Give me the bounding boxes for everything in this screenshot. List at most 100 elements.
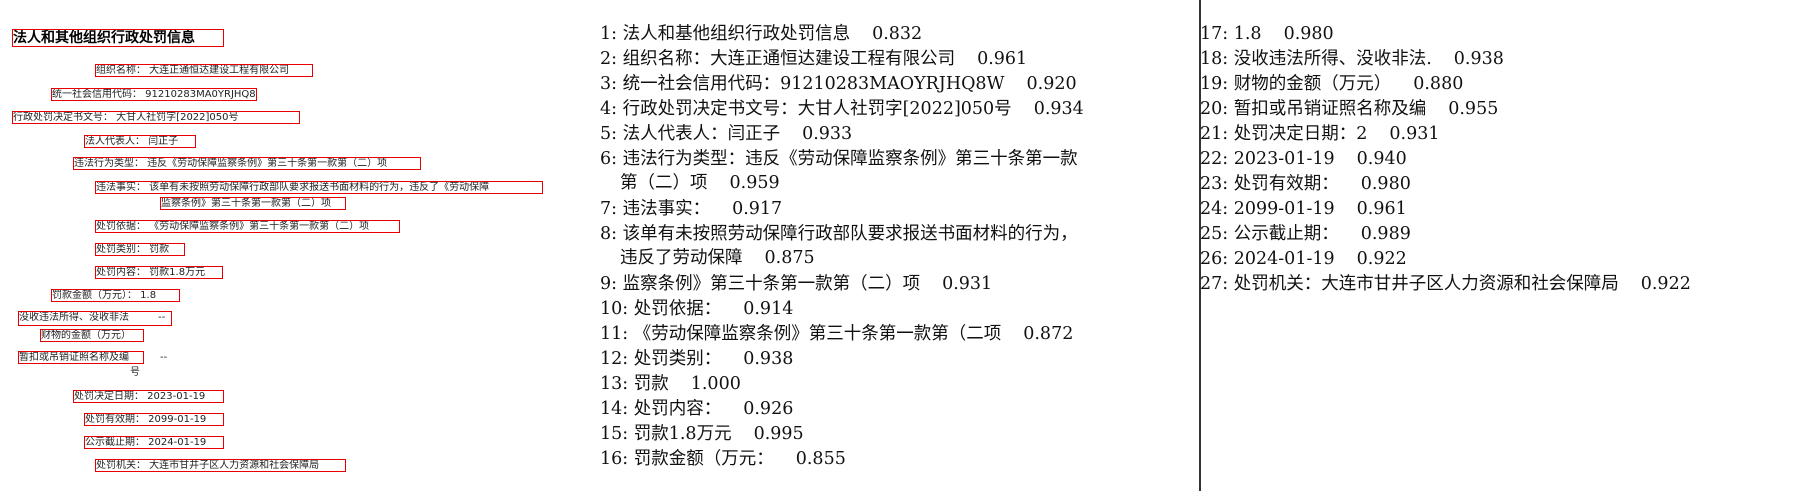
result-text: 法人代表人：闫正子 (622, 124, 781, 144)
result-line: 16: 罚款金额（万元： 0.855 (600, 447, 846, 471)
result-score: 0.926 (743, 399, 794, 419)
result-text: 2099-01-19 (1233, 199, 1335, 219)
result-index: 20: (1200, 99, 1234, 119)
result-line: 7: 违法事实： 0.917 (600, 197, 782, 221)
result-text: 处罚机关：大连市甘井子区人力资源和社会保障局 (1233, 274, 1619, 294)
result-index: 2: (600, 49, 623, 69)
facts-line2-box: 监察条例》第三十条第一款第（二）项 (160, 197, 346, 210)
result-text: 1.8 (1233, 24, 1262, 44)
result-line: 12: 处罚类别： 0.938 (600, 347, 793, 371)
result-index: 5: (600, 124, 623, 144)
result-line: 4: 行政处罚决定书文号：大甘人社罚字[2022]050号 0.934 (600, 97, 1084, 121)
result-text: 统一社会信用代码：91210283MAOYRJHQ8W (622, 74, 1005, 94)
result-text: 没收违法所得、没收非法. (1233, 49, 1432, 69)
ocr-visualization: 法人和其他组织行政处罚信息 组织名称： 大连正通恒达建设工程有限公司 统一社会信… (0, 0, 1800, 491)
result-text: 罚款金额（万元： (633, 449, 774, 469)
result-line: 23: 处罚有效期： 0.980 (1200, 172, 1411, 196)
result-text-continued: 违反了劳动保障 (620, 248, 743, 268)
result-index: 17: (1200, 24, 1234, 44)
result-line: 11: 《劳动保障监察条例》第三十条第一款第（二项 0.872 (600, 322, 1073, 346)
result-text: 罚款1.8万元 (633, 424, 732, 444)
revoked-dash: -- (160, 352, 168, 363)
result-line: 27: 处罚机关：大连市甘井子区人力资源和社会保障局 0.922 (1200, 272, 1691, 296)
result-index: 13: (600, 374, 634, 394)
result-text: 公示截止期： (1233, 224, 1339, 244)
result-index: 25: (1200, 224, 1234, 244)
result-line: 14: 处罚内容： 0.926 (600, 397, 793, 421)
result-score: 0.875 (764, 248, 815, 268)
result-score: 0.980 (1360, 174, 1411, 194)
result-line: 6: 违法行为类型：违反《劳动保障监察条例》第三十条第一款 第（二）项 0.959 (600, 147, 1078, 193)
result-score: 0.938 (743, 349, 794, 369)
result-line: 18: 没收违法所得、没收非法. 0.938 (1200, 47, 1504, 71)
result-text: 监察条例》第三十条第一款第（二）项 (622, 274, 921, 294)
category-box: 处罚类别： 罚款 (95, 243, 185, 256)
legal-rep-box: 法人代表人： 闫正子 (84, 135, 196, 148)
confiscated-box: 没收违法所得、没收非法 (18, 311, 172, 326)
result-index: 4: (600, 99, 623, 119)
result-text: 暂扣或吊销证照名称及编 (1233, 99, 1427, 119)
result-line: 22: 2023-01-19 0.940 (1200, 147, 1407, 171)
result-text: 违法事实： (622, 199, 711, 219)
publicity-until-box: 公示截止期： 2024-01-19 (84, 436, 224, 449)
result-index: 26: (1200, 249, 1234, 269)
result-line: 21: 处罚决定日期：2 0.931 (1200, 122, 1439, 146)
result-index: 21: (1200, 124, 1234, 144)
property-amount-box: 财物的金额（万元） (40, 329, 144, 342)
result-score: 0.961 (1356, 199, 1407, 219)
result-score: 0.872 (1023, 324, 1074, 344)
result-text: 财物的金额（万元） (1233, 74, 1392, 94)
document-image: 法人和其他组织行政处罚信息 组织名称： 大连正通恒达建设工程有限公司 统一社会信… (0, 0, 590, 491)
content-box: 处罚内容： 罚款1.8万元 (95, 266, 223, 279)
basis-box: 处罚依据： 《劳动保障监察条例》第三十条第一款第（二）项 (95, 220, 400, 233)
result-index: 14: (600, 399, 634, 419)
result-score: 0.938 (1453, 49, 1504, 69)
result-line: 3: 统一社会信用代码：91210283MAOYRJHQ8W 0.920 (600, 72, 1077, 96)
result-index: 1: (600, 24, 623, 44)
result-index: 12: (600, 349, 634, 369)
decision-date-box: 处罚决定日期： 2023-01-19 (73, 390, 224, 403)
result-score: 0.995 (753, 424, 804, 444)
result-text: 《劳动保障监察条例》第三十条第一款第（二项 (633, 324, 1002, 344)
result-text: 处罚决定日期：2 (1233, 124, 1368, 144)
doc-title-box: 法人和其他组织行政处罚信息 (12, 29, 224, 47)
result-text: 违法行为类型：违反《劳动保障监察条例》第三十条第一款 (622, 149, 1078, 169)
decision-no-box: 行政处罚决定书文号： 大甘人社罚字[2022]050号 (12, 111, 300, 124)
result-index: 27: (1200, 274, 1234, 294)
violation-type-box: 违法行为类型： 违反《劳动保障监察条例》第三十条第一款第（二）项 (73, 157, 421, 170)
result-index: 22: (1200, 149, 1234, 169)
result-line: 9: 监察条例》第三十条第一款第（二）项 0.931 (600, 272, 992, 296)
result-line: 26: 2024-01-19 0.922 (1200, 247, 1407, 271)
result-index: 16: (600, 449, 634, 469)
result-score: 0.914 (743, 299, 794, 319)
result-line: 2: 组织名称：大连正通恒达建设工程有限公司 0.961 (600, 47, 1027, 71)
result-score: 0.922 (1640, 274, 1691, 294)
result-score: 0.920 (1026, 74, 1077, 94)
result-score: 0.832 (872, 24, 923, 44)
facts-line1-box: 违法事实： 该单有未按照劳动保障行政部队要求报送书面材料的行为，违反了《劳动保障 (95, 181, 543, 194)
result-line: 13: 罚款 1.000 (600, 372, 741, 396)
result-score: 0.931 (1389, 124, 1440, 144)
result-line: 17: 1.8 0.980 (1200, 22, 1334, 46)
result-text: 处罚类别： (633, 349, 722, 369)
result-text: 组织名称：大连正通恒达建设工程有限公司 (622, 49, 956, 69)
result-index: 6: (600, 149, 623, 169)
org-name-box: 组织名称： 大连正通恒达建设工程有限公司 (95, 64, 313, 77)
result-text: 2023-01-19 (1233, 149, 1335, 169)
result-score: 0.940 (1356, 149, 1407, 169)
result-text-continued: 第（二）项 (620, 173, 708, 193)
result-score: 0.934 (1033, 99, 1084, 119)
result-text: 法人和基他组织行政处罚信息 (622, 24, 851, 44)
result-score: 0.959 (729, 173, 780, 193)
result-score: 0.931 (942, 274, 993, 294)
result-index: 11: (600, 324, 634, 344)
result-line: 25: 公示截止期： 0.989 (1200, 222, 1411, 246)
result-score: 1.000 (690, 374, 741, 394)
result-score: 0.980 (1283, 24, 1334, 44)
revoked-box: 暂扣或吊销证照名称及编 (18, 351, 144, 364)
result-score: 0.933 (802, 124, 853, 144)
result-score: 0.922 (1356, 249, 1407, 269)
result-index: 10: (600, 299, 634, 319)
result-index: 18: (1200, 49, 1234, 69)
result-text: 处罚依据： (633, 299, 722, 319)
